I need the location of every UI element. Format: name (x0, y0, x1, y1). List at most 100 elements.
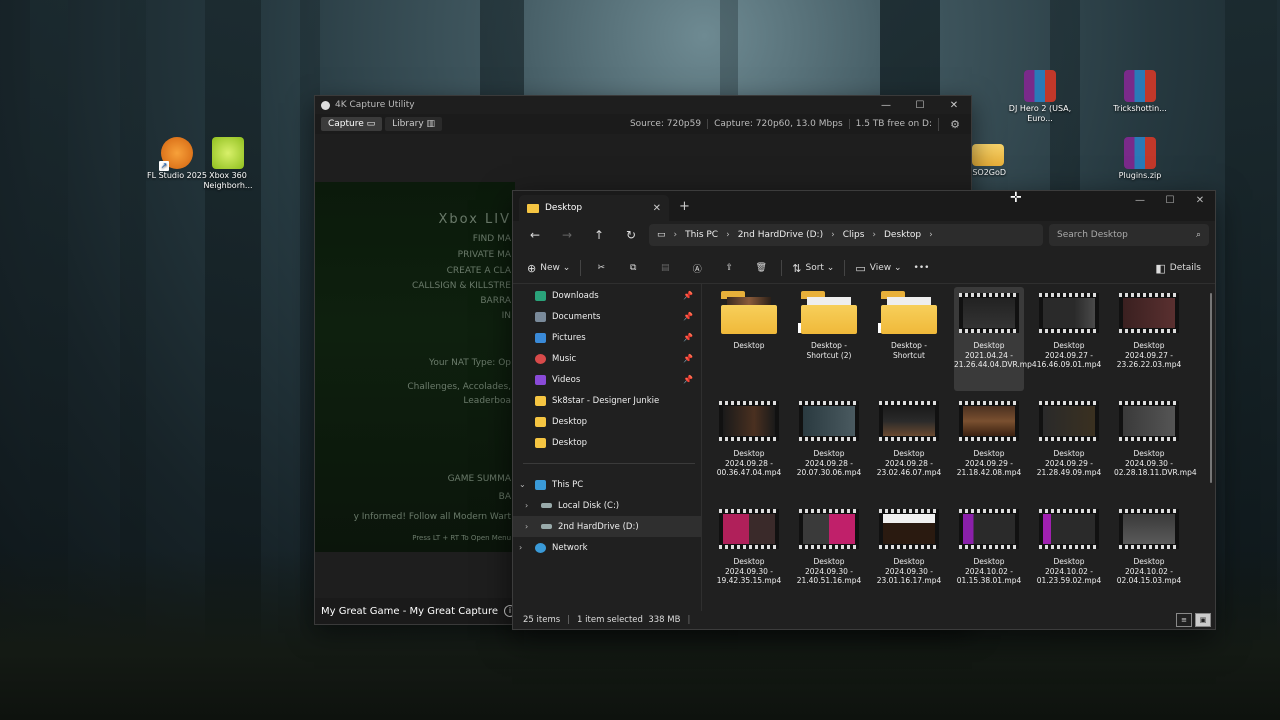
file-item[interactable]: Desktop 2024.10.02 - 01.23.59.02.mp4 (1034, 503, 1104, 607)
file-name: Desktop 2024.09.28 - 20.07.30.06.mp4 (796, 449, 862, 477)
paste-icon[interactable]: ▤ (649, 257, 681, 279)
file-item[interactable]: Desktop 2024.09.30 - 19.42.35.15.mp4 (714, 503, 784, 607)
more-options-icon[interactable]: ••• (908, 257, 936, 279)
close-icon[interactable]: ✕ (653, 203, 661, 214)
chevron-right-icon[interactable]: › (674, 230, 678, 240)
search-icon: ⌕ (1195, 230, 1201, 240)
address-bar[interactable]: ▭ › This PC › 2nd HardDrive (D:) › Clips… (649, 224, 1043, 246)
pin-icon[interactable]: 📌 (683, 291, 693, 300)
view-button[interactable]: ▭ View ⌄ (849, 257, 907, 279)
up-arrow-icon[interactable]: ↑ (583, 228, 615, 242)
pin-icon[interactable]: 📌 (683, 312, 693, 321)
video-thumbnail-icon (959, 509, 1019, 549)
folder-icon (535, 437, 546, 448)
sidebar-item-documents[interactable]: Documents 📌 (513, 306, 701, 327)
tree-item-network[interactable]: › Network (513, 537, 701, 558)
copy-icon[interactable]: ⧉ (617, 257, 649, 279)
tree-item-this-pc[interactable]: ⌄ This PC (513, 474, 701, 495)
sidebar-item-pictures[interactable]: Pictures 📌 (513, 327, 701, 348)
pin-icon[interactable]: 📌 (683, 333, 693, 342)
tab-capture[interactable]: Capture ▭ (321, 117, 383, 131)
sidebar-item-desktop[interactable]: Desktop (513, 411, 701, 432)
chevron-right-icon[interactable]: › (525, 501, 528, 510)
pin-icon[interactable]: 📌 (683, 375, 693, 384)
file-item[interactable]: Desktop (714, 287, 784, 391)
chevron-right-icon[interactable]: › (831, 230, 835, 240)
file-item[interactable]: Desktop 2024.09.30 - 23.01.16.17.mp4 (874, 503, 944, 607)
cut-icon[interactable]: ✂ (585, 257, 617, 279)
file-name: Desktop 2024.09.30 - 19.42.35.15.mp4 (716, 557, 782, 585)
tree-item-2nd-harddrive[interactable]: › 2nd HardDrive (D:) (513, 516, 701, 537)
minimize-icon[interactable]: — (1125, 191, 1155, 211)
file-item[interactable]: Desktop 2024.09.30 - 21.40.51.16.mp4 (794, 503, 864, 607)
sort-button[interactable]: ⇅ Sort ⌄ (786, 257, 840, 279)
chevron-down-icon[interactable]: ⌄ (519, 480, 526, 489)
tiles-view-icon[interactable]: ▣ (1195, 613, 1211, 627)
file-item[interactable]: Desktop 2024.09.28 - 00.36.47.04.mp4 (714, 395, 784, 499)
refresh-icon[interactable]: ↻ (615, 228, 647, 242)
pin-icon[interactable]: 📌 (683, 354, 693, 363)
minimize-icon[interactable]: — (869, 100, 903, 111)
forward-arrow-icon[interactable]: → (551, 228, 583, 242)
sidebar-item-desktop[interactable]: Desktop (513, 432, 701, 453)
desktop-icon-dj-hero[interactable]: DJ Hero 2 (USA, Euro... (1004, 70, 1076, 124)
new-button[interactable]: ⊕ New ⌄ (521, 257, 576, 279)
chevron-right-icon[interactable]: › (929, 230, 933, 240)
video-thumbnail-icon (719, 401, 779, 441)
details-view-icon[interactable]: ≡ (1176, 613, 1192, 627)
tree-item-local-disk-c[interactable]: › Local Disk (C:) (513, 495, 701, 516)
breadcrumb-d-drive[interactable]: 2nd HardDrive (D:) (738, 230, 823, 240)
back-arrow-icon[interactable]: ← (519, 228, 551, 242)
chevron-right-icon[interactable]: › (519, 543, 522, 552)
sidebar-item-sk8star[interactable]: Sk8star - Designer Junkie (513, 390, 701, 411)
file-item[interactable]: Desktop 2024.09.28 - 20.07.30.06.mp4 (794, 395, 864, 499)
breadcrumb-desktop[interactable]: Desktop (884, 230, 921, 240)
file-item[interactable]: Desktop 2024.09.30 - 02.28.18.11.DVR.mp4 (1114, 395, 1197, 499)
file-item[interactable]: Desktop 2024.10.02 - 02.04.15.03.mp4 (1114, 503, 1184, 607)
chevron-right-icon[interactable]: › (525, 522, 528, 531)
share-icon[interactable]: ⇪ (713, 257, 745, 279)
details-button[interactable]: ◧ Details (1149, 257, 1207, 279)
folder-icon (527, 203, 539, 213)
breadcrumb-this-pc[interactable]: This PC (685, 230, 718, 240)
sidebar-item-music[interactable]: Music 📌 (513, 348, 701, 369)
file-item[interactable]: Desktop 2024.09.29 - 21.18.42.08.mp4 (954, 395, 1024, 499)
capture-name[interactable]: My Great Game - My Great Capture (321, 606, 498, 617)
maximize-icon[interactable]: ☐ (903, 100, 937, 111)
new-tab-icon[interactable]: + (679, 199, 690, 214)
pc-icon (535, 479, 546, 490)
video-thumbnail-icon (799, 509, 859, 549)
file-item[interactable]: Desktop 2024.09.29 - 21.28.49.09.mp4 (1034, 395, 1104, 499)
file-item[interactable]: Desktop 2024.09.27 - 16.46.09.01.mp4 (1034, 287, 1104, 391)
maximize-icon[interactable]: ☐ (1155, 191, 1185, 211)
capture-title-bar[interactable]: 4K Capture Utility — ☐ ✕ (315, 96, 971, 114)
gear-icon[interactable]: ⚙ (938, 117, 971, 131)
breadcrumb-clips[interactable]: Clips (843, 230, 865, 240)
tab-library[interactable]: Library ▥ (385, 117, 443, 131)
close-icon[interactable]: ✕ (937, 100, 971, 111)
file-item[interactable]: Desktop 2021.04.24 - 21.26.44.04.DVR.mp4 (954, 287, 1037, 391)
file-item[interactable]: Desktop 2024.09.28 - 23.02.46.07.mp4 (874, 395, 944, 499)
file-item[interactable]: Desktop 2024.09.27 - 23.26.22.03.mp4 (1114, 287, 1184, 391)
file-item[interactable]: Desktop 2024.10.02 - 01.15.38.01.mp4 (954, 503, 1024, 607)
close-icon[interactable]: ✕ (1185, 191, 1215, 211)
delete-icon[interactable]: 🗑 (745, 257, 777, 279)
rename-icon[interactable]: Ⓐ (681, 257, 713, 279)
sidebar-item-videos[interactable]: Videos 📌 (513, 369, 701, 390)
scrollbar[interactable] (1210, 293, 1212, 483)
preview-text: Leaderboa (463, 396, 511, 406)
chevron-right-icon[interactable]: › (726, 230, 730, 240)
video-thumbnail-icon (1119, 509, 1179, 549)
desktop-icon-trickshottin[interactable]: Trickshottin... (1104, 70, 1176, 114)
sidebar-item-downloads[interactable]: Downloads 📌 (513, 285, 701, 306)
explorer-tab-desktop[interactable]: Desktop ✕ (519, 195, 669, 221)
search-input[interactable]: Search Desktop ⌕ (1049, 224, 1209, 246)
file-item[interactable]: ↗Desktop - Shortcut (2) (794, 287, 864, 391)
preview-text: CREATE A CLA (446, 266, 511, 276)
preview-text: Challenges, Accolades, (407, 382, 511, 392)
desktop-icon-plugins-zip[interactable]: Plugins.zip (1104, 137, 1176, 181)
file-item[interactable]: ↗Desktop - Shortcut (874, 287, 944, 391)
desktop-icon-xbox-neighborhood[interactable]: Xbox 360 Neighborh... (192, 137, 264, 191)
chevron-right-icon[interactable]: › (872, 230, 876, 240)
video-thumbnail-icon (879, 509, 939, 549)
